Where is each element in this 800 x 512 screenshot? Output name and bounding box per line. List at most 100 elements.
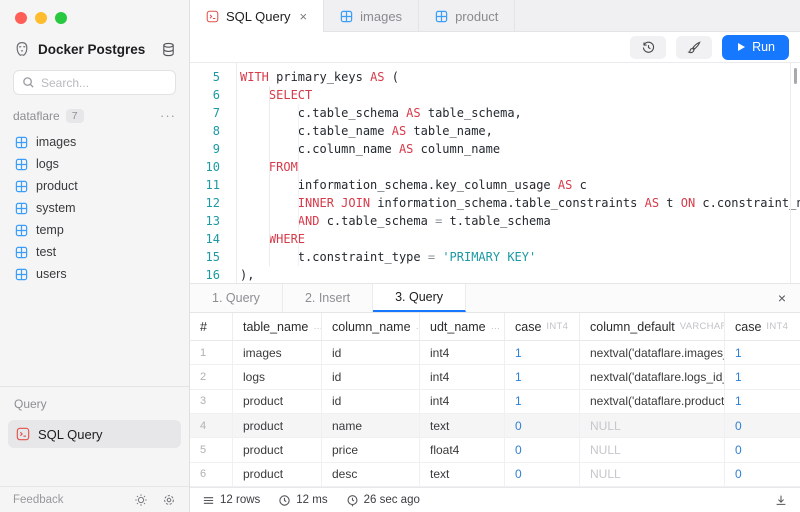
sidebar-item-sql-query[interactable]: SQL Query: [8, 420, 181, 448]
row-number-cell: 4: [190, 414, 233, 437]
editor-line: 6 SELECT: [190, 86, 800, 104]
column-header-table_name[interactable]: table_name…: [233, 313, 322, 340]
row-number-cell: 5: [190, 438, 233, 461]
code-text: INNER JOIN information_schema.table_cons…: [230, 194, 800, 212]
minimize-window-button[interactable]: [35, 12, 47, 24]
table-cell: 1: [725, 341, 800, 364]
editor-line: 16),: [190, 266, 800, 283]
sidebar-item-temp[interactable]: temp: [0, 219, 189, 241]
tab-label: product: [455, 9, 498, 24]
feedback-link[interactable]: Feedback: [13, 494, 120, 506]
column-header-column_default[interactable]: column_defaultVARCHAR: [580, 313, 725, 340]
table-cell: nextval('dataflare.product_id_…: [580, 390, 725, 413]
database-icon[interactable]: [161, 42, 176, 57]
editor-line: 8 c.table_name AS table_name,: [190, 122, 800, 140]
tab-product[interactable]: product: [419, 0, 515, 32]
code-text: WHERE: [230, 230, 305, 248]
table-row[interactable]: 5productpricefloat40NULL0: [190, 438, 800, 462]
results-tab-1[interactable]: 1. Query: [190, 284, 283, 312]
tab-images[interactable]: images: [324, 0, 419, 32]
column-header-udt_name[interactable]: udt_name…: [420, 313, 505, 340]
column-name: case: [515, 320, 541, 334]
tab-bar: SQL Query× images product: [190, 0, 800, 32]
row-number-cell: 3: [190, 390, 233, 413]
table-cell: 0: [725, 414, 800, 437]
download-icon[interactable]: [774, 493, 788, 507]
table-cell: logs: [233, 365, 322, 388]
code-text: SELECT: [230, 86, 312, 104]
table-row[interactable]: 4productnametext0NULL0: [190, 414, 800, 438]
line-number: 16: [190, 266, 230, 283]
table-cell: desc: [322, 463, 420, 486]
sidebar-item-images[interactable]: images: [0, 131, 189, 153]
close-tab-icon[interactable]: ×: [300, 9, 308, 24]
results-tab-2[interactable]: 2. Insert: [283, 284, 373, 312]
table-icon: [435, 10, 448, 23]
run-button[interactable]: Run: [722, 35, 789, 60]
column-header-index[interactable]: #: [190, 313, 233, 340]
column-header-case[interactable]: caseINT4: [725, 313, 800, 340]
table-cell: NULL: [580, 463, 725, 486]
table-cell: 1: [505, 365, 580, 388]
settings-gear-icon[interactable]: [162, 493, 176, 507]
editor-scroll-track: [790, 63, 791, 283]
line-number: 7: [190, 104, 230, 122]
column-name: column_name: [332, 320, 411, 334]
history-button[interactable]: [630, 36, 666, 59]
editor-line: 14 WHERE: [190, 230, 800, 248]
row-number-cell: 1: [190, 341, 233, 364]
sidebar-item-logs[interactable]: logs: [0, 153, 189, 175]
close-results-icon[interactable]: ×: [764, 284, 800, 312]
table-row[interactable]: 3productidint41nextval('dataflare.produc…: [190, 390, 800, 414]
table-icon: [15, 246, 28, 259]
column-name: udt_name: [430, 320, 486, 334]
more-icon[interactable]: ···: [160, 108, 176, 123]
tab-sql-query[interactable]: SQL Query×: [190, 0, 324, 33]
search-input[interactable]: [41, 76, 167, 90]
sidebar-item-system[interactable]: system: [0, 197, 189, 219]
line-number: 12: [190, 194, 230, 212]
sidebar-item-users[interactable]: users: [0, 263, 189, 285]
table-cell: NULL: [580, 414, 725, 437]
zoom-window-button[interactable]: [55, 12, 67, 24]
sidebar-item-test[interactable]: test: [0, 241, 189, 263]
indent-guide: [269, 86, 270, 266]
format-brush-button[interactable]: [676, 36, 712, 59]
search-icon: [22, 76, 35, 89]
table-row[interactable]: 6productdesctext0NULL0: [190, 463, 800, 487]
search-box[interactable]: [13, 70, 176, 95]
column-header-case[interactable]: caseINT4: [505, 313, 580, 340]
table-row[interactable]: 2logsidint41nextval('dataflare.logs_id_s…: [190, 365, 800, 389]
editor-line: 10 FROM: [190, 158, 800, 176]
app-window: Docker Postgres dataflare 7 ··· ima: [0, 0, 800, 512]
table-cell: 0: [505, 438, 580, 461]
table-cell: product: [233, 390, 322, 413]
sql-editor[interactable]: 5WITH primary_keys AS (6 SELECT7 c.table…: [190, 63, 800, 283]
column-header-column_name[interactable]: column_name…: [322, 313, 420, 340]
indent-guide: [298, 104, 299, 266]
column-name: #: [200, 320, 207, 334]
results-panel: 1. Query2. Insert3. Query × # table_name……: [190, 283, 800, 512]
results-tab-3[interactable]: 3. Query: [373, 284, 466, 312]
gutter-divider: [236, 63, 237, 283]
toolbar: Run: [190, 32, 800, 63]
tab-label: images: [360, 9, 402, 24]
last-run-status: 26 sec ago: [346, 494, 420, 507]
table-icon: [15, 224, 28, 237]
editor-line: 12 INNER JOIN information_schema.table_c…: [190, 194, 800, 212]
column-type: VARCHAR: [680, 321, 725, 332]
table-cell: 1: [505, 390, 580, 413]
table-cell: 1: [725, 390, 800, 413]
table-cell: NULL: [580, 438, 725, 461]
results-body: 1imagesidint41nextval('dataflare.images_…: [190, 341, 800, 487]
table-icon: [15, 158, 28, 171]
table-row[interactable]: 1imagesidint41nextval('dataflare.images_…: [190, 341, 800, 365]
editor-scrollbar[interactable]: [794, 68, 797, 84]
sidebar-item-product[interactable]: product: [0, 175, 189, 197]
line-number: 9: [190, 140, 230, 158]
close-window-button[interactable]: [15, 12, 27, 24]
editor-line: 15 t.constraint_type = 'PRIMARY KEY': [190, 248, 800, 266]
sidebar-footer: Feedback: [0, 486, 189, 512]
theme-toggle-icon[interactable]: [134, 493, 148, 507]
table-cell: images: [233, 341, 322, 364]
